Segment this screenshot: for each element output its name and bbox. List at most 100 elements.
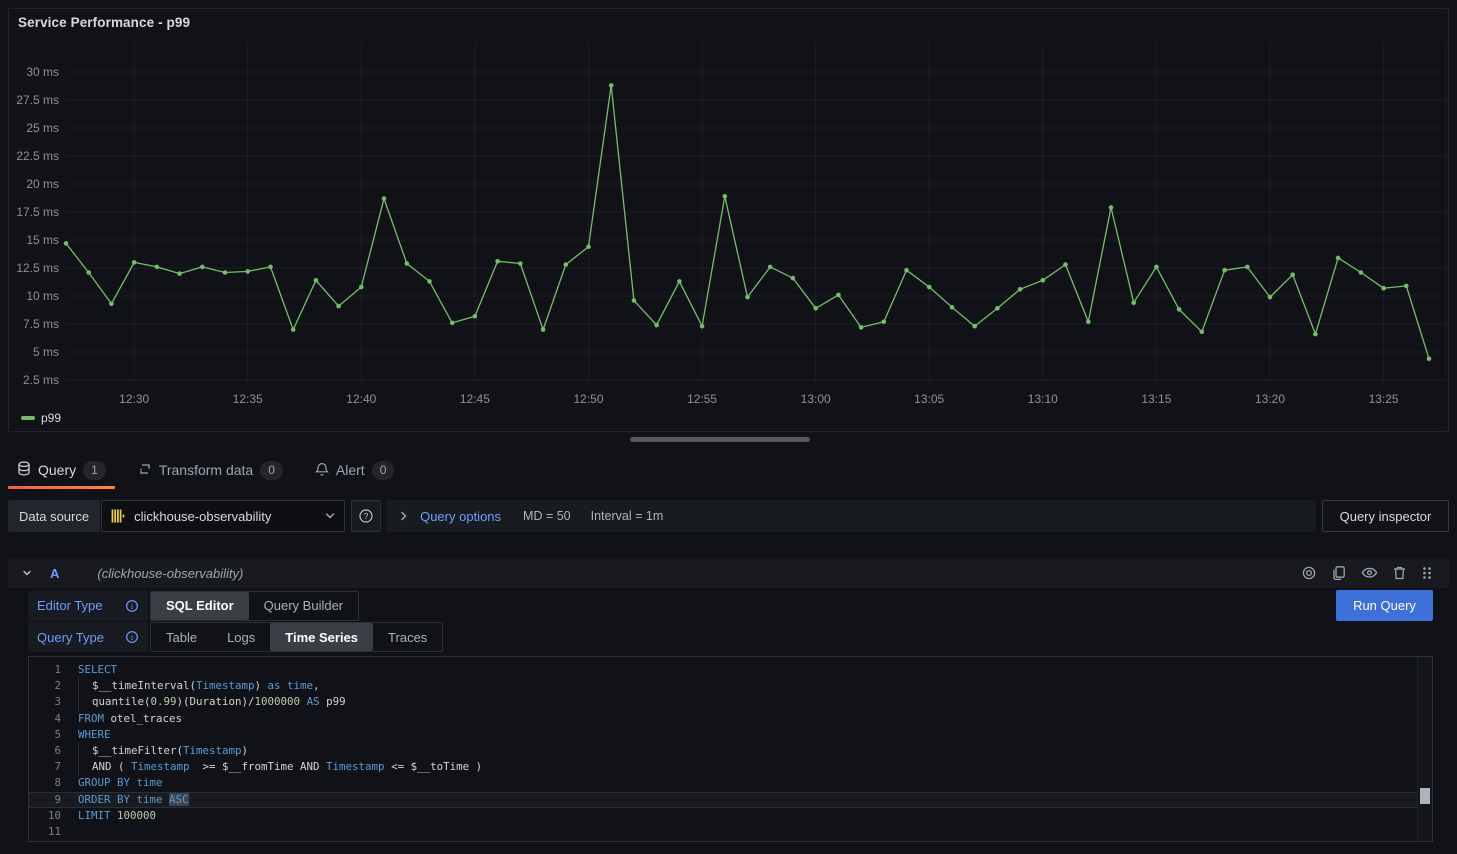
line-code: FROM otel_traces bbox=[78, 711, 182, 727]
query-type-table[interactable]: Table bbox=[151, 623, 212, 651]
timeseries-panel: Service Performance - p99 12:3012:3512:4… bbox=[8, 8, 1449, 432]
svg-text:12:30: 12:30 bbox=[119, 392, 149, 406]
run-query-button[interactable]: Run Query bbox=[1336, 590, 1433, 621]
line-code: $__timeInterval(Timestamp) as time, bbox=[78, 678, 320, 694]
line-code: LIMIT 100000 bbox=[78, 808, 156, 824]
tab-alert-label: Alert bbox=[336, 462, 365, 478]
tab-query[interactable]: Query 1 bbox=[8, 450, 115, 490]
query-type-time-series[interactable]: Time Series bbox=[270, 623, 373, 651]
horizontal-scrollbar-thumb[interactable] bbox=[630, 437, 810, 442]
line-number: 5 bbox=[29, 727, 61, 743]
svg-text:13:25: 13:25 bbox=[1369, 392, 1399, 406]
line-number: 8 bbox=[29, 775, 61, 791]
interval-value: Interval = 1m bbox=[591, 509, 664, 523]
query-type-logs[interactable]: Logs bbox=[212, 623, 270, 651]
sql-lines: 1 SELECT2 $__timeInterval(Timestamp) as t… bbox=[29, 657, 1432, 841]
query-type-label: Query Type bbox=[37, 630, 104, 645]
svg-text:?: ? bbox=[364, 511, 369, 521]
query-options-bar: Query options MD = 50 Interval = 1m bbox=[386, 500, 1316, 532]
svg-text:12:35: 12:35 bbox=[233, 392, 263, 406]
bell-icon bbox=[315, 462, 329, 479]
angle-right-icon[interactable] bbox=[398, 510, 410, 522]
info-icon[interactable]: i bbox=[125, 630, 139, 644]
sql-line-3[interactable]: 3 quantile(0.99)(Duration)/1000000 AS p9… bbox=[29, 694, 1417, 710]
svg-text:12:55: 12:55 bbox=[687, 392, 717, 406]
svg-text:12:50: 12:50 bbox=[573, 392, 603, 406]
disable-query-button[interactable] bbox=[1301, 565, 1317, 581]
svg-text:12:45: 12:45 bbox=[460, 392, 490, 406]
database-icon bbox=[17, 461, 31, 479]
question-circle-icon: ? bbox=[358, 508, 374, 524]
eye-icon bbox=[1361, 565, 1378, 581]
tab-transform-data[interactable]: Transform data 0 bbox=[129, 450, 292, 490]
sql-line-2[interactable]: 2 $__timeInterval(Timestamp) as time, bbox=[29, 678, 1417, 694]
sql-line-10[interactable]: 10 LIMIT 100000 bbox=[29, 808, 1417, 824]
chevron-down-icon bbox=[324, 510, 336, 522]
line-number: 9 bbox=[29, 792, 61, 808]
sql-line-5[interactable]: 5 WHERE bbox=[29, 727, 1417, 743]
sql-line-6[interactable]: 6 $__timeFilter(Timestamp) bbox=[29, 743, 1417, 759]
tab-query-label: Query bbox=[38, 462, 76, 478]
drag-handle[interactable] bbox=[1421, 565, 1433, 581]
legend-series-p99[interactable]: p99 bbox=[41, 411, 61, 425]
sql-line-9[interactable]: 9 ORDER BY time ASC bbox=[29, 792, 1417, 808]
svg-text:i: i bbox=[131, 633, 134, 642]
sql-line-1[interactable]: 1 SELECT bbox=[29, 662, 1417, 678]
duplicate-query-button[interactable] bbox=[1331, 565, 1347, 581]
line-number: 3 bbox=[29, 694, 61, 710]
copy-icon bbox=[1331, 565, 1347, 581]
svg-text:7.5 ms: 7.5 ms bbox=[23, 317, 59, 331]
query-toolbar: Data source clickhouse-observability ? bbox=[8, 500, 1449, 532]
panel-editor-tabs: Query 1 Transform data 0 Alert 0 bbox=[8, 450, 403, 490]
query-type-label-box: Query Type i bbox=[28, 622, 148, 652]
line-number: 10 bbox=[29, 808, 61, 824]
query-inspector-button[interactable]: Query inspector bbox=[1322, 500, 1449, 532]
svg-text:13:00: 13:00 bbox=[801, 392, 831, 406]
svg-text:13:15: 13:15 bbox=[1141, 392, 1171, 406]
editor-type-label-box: Editor Type i bbox=[28, 591, 148, 621]
data-source-picker[interactable]: clickhouse-observability bbox=[101, 500, 345, 532]
data-source-label: Data source bbox=[8, 500, 100, 532]
query-type-row: Query Type i Table Logs Time Series Trac… bbox=[28, 622, 443, 652]
sql-line-4[interactable]: 4FROM otel_traces bbox=[29, 711, 1417, 727]
query-options-toggle[interactable]: Query options bbox=[420, 509, 501, 524]
svg-text:27.5 ms: 27.5 ms bbox=[16, 93, 59, 107]
line-number: 1 bbox=[29, 662, 61, 678]
sql-line-11[interactable]: 11 bbox=[29, 824, 1417, 840]
svg-text:2.5 ms: 2.5 ms bbox=[23, 373, 59, 387]
line-code: ORDER BY time ASC bbox=[78, 792, 189, 808]
editor-type-sql-editor[interactable]: SQL Editor bbox=[151, 592, 249, 620]
sql-line-8[interactable]: 8GROUP BY time bbox=[29, 775, 1417, 791]
info-icon[interactable]: i bbox=[125, 599, 139, 613]
sql-code-editor[interactable]: 1 SELECT2 $__timeInterval(Timestamp) as t… bbox=[28, 656, 1433, 842]
editor-type-row: Editor Type i SQL Editor Query Builder bbox=[28, 590, 359, 621]
legend-swatch bbox=[21, 416, 35, 420]
query-type-group: Table Logs Time Series Traces bbox=[150, 622, 443, 652]
svg-text:15 ms: 15 ms bbox=[26, 233, 59, 247]
tab-transform-label: Transform data bbox=[159, 462, 253, 478]
line-code: WHERE bbox=[78, 727, 111, 743]
svg-text:25 ms: 25 ms bbox=[26, 121, 59, 135]
hide-response-button[interactable] bbox=[1361, 565, 1378, 581]
sql-line-7[interactable]: 7 AND ( Timestamp >= $__fromTime AND Tim… bbox=[29, 759, 1417, 775]
editor-scrollbar-track[interactable] bbox=[1417, 657, 1432, 841]
query-row-header: A (clickhouse-observability) bbox=[8, 558, 1449, 588]
editor-scrollbar-thumb[interactable] bbox=[1420, 788, 1430, 804]
svg-text:i: i bbox=[131, 602, 134, 611]
line-code: SELECT bbox=[78, 662, 117, 678]
query-type-traces[interactable]: Traces bbox=[373, 623, 442, 651]
collapse-chevron-icon[interactable] bbox=[20, 566, 34, 580]
chart-legend: p99 bbox=[21, 411, 61, 425]
svg-text:30 ms: 30 ms bbox=[26, 65, 59, 79]
line-code: quantile(0.99)(Duration)/1000000 AS p99 bbox=[78, 694, 346, 710]
svg-text:12.5 ms: 12.5 ms bbox=[16, 261, 59, 275]
data-source-help-button[interactable]: ? bbox=[351, 500, 381, 532]
tab-transform-count-badge: 0 bbox=[260, 461, 283, 480]
tab-alert[interactable]: Alert 0 bbox=[306, 450, 403, 490]
line-code: $__timeFilter(Timestamp) bbox=[78, 743, 248, 759]
editor-type-group: SQL Editor Query Builder bbox=[150, 591, 359, 621]
latency-chart: 12:3012:3512:4012:4512:5012:5513:0013:05… bbox=[9, 9, 1448, 430]
tab-query-count-badge: 1 bbox=[83, 461, 106, 480]
delete-query-button[interactable] bbox=[1392, 565, 1407, 581]
editor-type-query-builder[interactable]: Query Builder bbox=[249, 592, 358, 620]
